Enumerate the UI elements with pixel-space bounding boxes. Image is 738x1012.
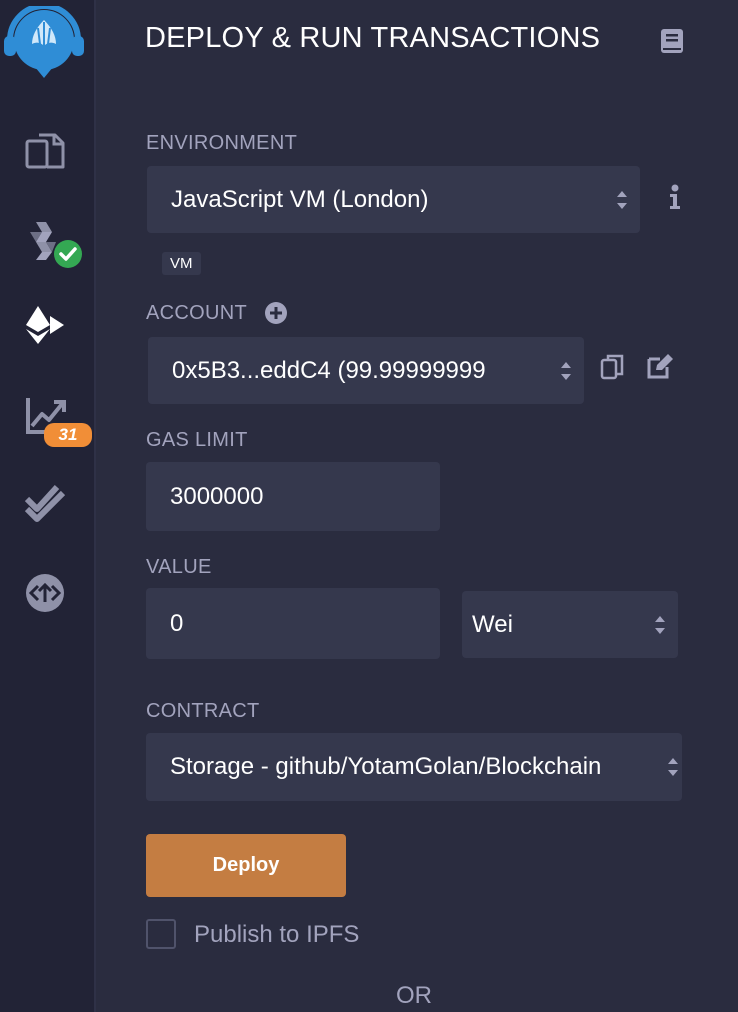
contract-label: CONTRACT <box>146 700 260 722</box>
environment-select[interactable]: JavaScript VM (London) <box>147 166 640 233</box>
value-label: VALUE <box>146 556 212 578</box>
gas-limit-value: 3000000 <box>170 482 264 510</box>
page-title: DEPLOY & RUN TRANSACTIONS <box>145 22 601 54</box>
contract-select[interactable]: Storage - github/YotamGolan/Blockchain <box>146 733 682 801</box>
vm-tag: VM <box>162 252 201 275</box>
gas-limit-label: GAS LIMIT <box>146 429 248 451</box>
documentation-book-icon[interactable] <box>660 28 684 59</box>
remix-logo-icon[interactable] <box>2 6 86 82</box>
value-input[interactable]: 0 <box>146 588 440 659</box>
account-select[interactable]: 0x5B3...eddC4 (99.99999999 <box>148 337 584 404</box>
solidity-compiler-icon[interactable] <box>22 218 86 270</box>
deploy-button[interactable]: Deploy <box>146 834 346 897</box>
deploy-run-icon[interactable] <box>22 302 68 348</box>
notification-badge: 31 <box>44 423 92 447</box>
publish-ipfs-label[interactable]: Publish to IPFS <box>194 921 359 949</box>
deploy-run-panel: DEPLOY & RUN TRANSACTIONS ENVIRONMENT Ja… <box>96 0 738 1012</box>
value-amount: 0 <box>170 609 184 637</box>
copy-icon[interactable] <box>600 354 624 385</box>
file-explorer-icon[interactable] <box>22 128 68 174</box>
plugin-manager-icon[interactable] <box>22 570 68 616</box>
select-arrows-icon <box>642 614 678 636</box>
gas-limit-input[interactable]: 3000000 <box>146 462 440 531</box>
environment-value: JavaScript VM (London) <box>171 185 429 213</box>
select-arrows-icon <box>604 189 640 211</box>
account-value: 0x5B3...eddC4 (99.99999999 <box>172 356 486 384</box>
unit-select[interactable]: Wei <box>462 591 678 658</box>
edit-icon[interactable] <box>646 354 674 385</box>
environment-label: ENVIRONMENT <box>146 132 298 154</box>
select-arrows-icon <box>664 756 682 778</box>
info-icon[interactable] <box>668 184 682 215</box>
contract-value: Storage - github/YotamGolan/Blockchain <box>170 753 602 780</box>
tests-checkmark-icon[interactable] <box>22 478 68 524</box>
add-account-icon[interactable] <box>264 301 288 330</box>
publish-ipfs-checkbox[interactable] <box>146 919 176 949</box>
or-separator: OR <box>396 982 432 1009</box>
icon-sidebar: 31 <box>0 0 96 1012</box>
unit-value: Wei <box>472 610 513 638</box>
select-arrows-icon <box>548 360 584 382</box>
account-label: ACCOUNT <box>146 302 247 324</box>
